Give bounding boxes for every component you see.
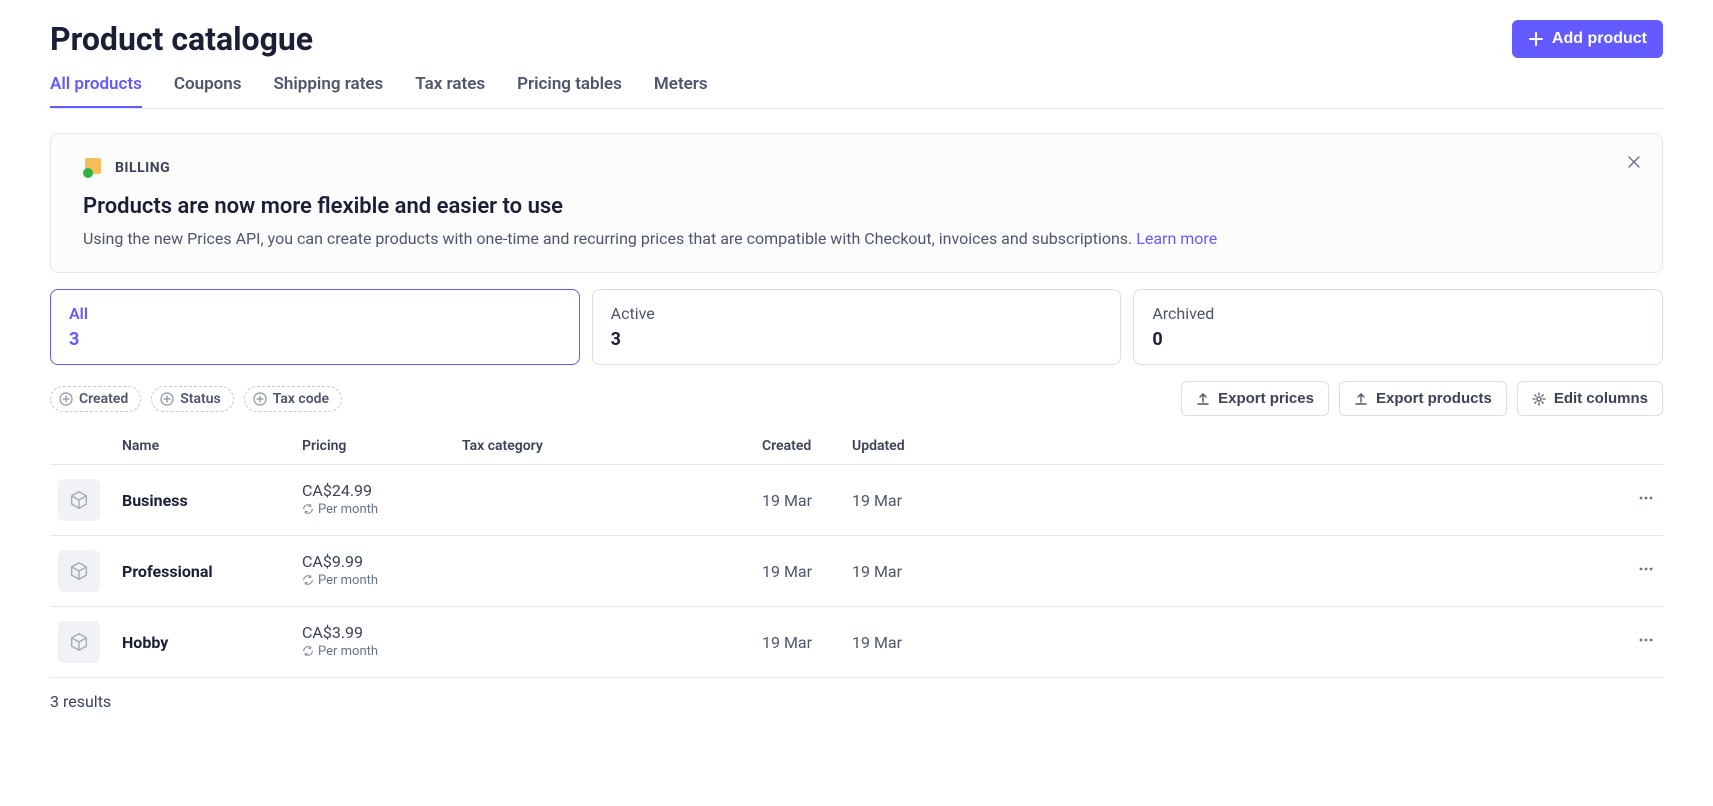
products-table: Name Pricing Tax category Created Update…	[50, 428, 1663, 678]
export-icon	[1196, 392, 1210, 406]
button-label: Export products	[1376, 390, 1492, 407]
stat-value: 0	[1152, 329, 1644, 350]
button-label: Export prices	[1218, 390, 1314, 407]
created-cell: 19 Mar	[754, 607, 844, 678]
add-product-button[interactable]: Add product	[1512, 20, 1663, 58]
updated-cell: 19 Mar	[844, 607, 934, 678]
updated-cell: 19 Mar	[844, 465, 934, 536]
plus-circle-icon	[253, 392, 267, 406]
plus-icon	[1528, 31, 1544, 47]
stat-card-all[interactable]: All 3	[50, 289, 580, 365]
table-row[interactable]: Professional CA$9.99 Per month 19 Mar19 Mar	[50, 536, 1663, 607]
button-label: Edit columns	[1554, 390, 1648, 407]
price-period: Per month	[302, 502, 378, 517]
tax-category-cell	[454, 536, 754, 607]
row-more-button[interactable]	[942, 489, 1655, 507]
plus-circle-icon	[160, 392, 174, 406]
column-created: Created	[754, 428, 844, 465]
stat-value: 3	[611, 329, 1103, 350]
tab-coupons[interactable]: Coupons	[174, 74, 242, 108]
product-name: Professional	[122, 562, 213, 581]
banner-description: Using the new Prices API, you can create…	[83, 229, 1630, 248]
recurring-icon	[302, 503, 314, 515]
stat-label: Active	[611, 304, 1103, 323]
row-more-button[interactable]	[942, 631, 1655, 649]
filter-chips: Created Status Tax code	[50, 386, 342, 412]
tax-category-cell	[454, 465, 754, 536]
product-box-icon	[58, 621, 100, 663]
table-row[interactable]: Hobby CA$3.99 Per month 19 Mar19 Mar	[50, 607, 1663, 678]
tab-meters[interactable]: Meters	[654, 74, 708, 108]
created-cell: 19 Mar	[754, 465, 844, 536]
filter-tax-code[interactable]: Tax code	[244, 386, 342, 412]
filter-label: Status	[180, 391, 220, 407]
product-name: Hobby	[122, 633, 168, 652]
tab-tax-rates[interactable]: Tax rates	[415, 74, 485, 108]
tax-category-cell	[454, 607, 754, 678]
stat-cards: All 3 Active 3 Archived 0	[50, 289, 1663, 365]
plus-circle-icon	[59, 392, 73, 406]
banner-title: Products are now more flexible and easie…	[83, 194, 1630, 219]
stat-label: All	[69, 304, 561, 323]
tab-all-products[interactable]: All products	[50, 74, 142, 108]
learn-more-link[interactable]: Learn more	[1136, 229, 1217, 248]
stat-value: 3	[69, 329, 561, 350]
filter-created[interactable]: Created	[50, 386, 141, 412]
edit-columns-button[interactable]: Edit columns	[1517, 381, 1663, 416]
results-count: 3 results	[50, 692, 1663, 711]
tab-bar: All products Coupons Shipping rates Tax …	[50, 74, 1663, 109]
filter-label: Tax code	[273, 391, 329, 407]
export-prices-button[interactable]: Export prices	[1181, 381, 1329, 416]
stat-label: Archived	[1152, 304, 1644, 323]
price-amount: CA$9.99	[302, 552, 446, 571]
price-period: Per month	[302, 644, 378, 659]
updated-cell: 19 Mar	[844, 536, 934, 607]
filter-status[interactable]: Status	[151, 386, 233, 412]
column-pricing: Pricing	[294, 428, 454, 465]
recurring-icon	[302, 574, 314, 586]
table-row[interactable]: Business CA$24.99 Per month 19 Mar19 Mar	[50, 465, 1663, 536]
filter-label: Created	[79, 391, 128, 407]
price-amount: CA$3.99	[302, 623, 446, 642]
column-tax-category: Tax category	[454, 428, 754, 465]
add-product-label: Add product	[1552, 30, 1647, 48]
close-icon[interactable]	[1626, 154, 1642, 170]
row-more-button[interactable]	[942, 560, 1655, 578]
product-box-icon	[58, 550, 100, 592]
product-box-icon	[58, 479, 100, 521]
stat-card-active[interactable]: Active 3	[592, 289, 1122, 365]
price-period: Per month	[302, 573, 378, 588]
billing-icon	[83, 158, 103, 178]
recurring-icon	[302, 645, 314, 657]
action-buttons: Export prices Export products Edit colum…	[1181, 381, 1663, 416]
tab-shipping-rates[interactable]: Shipping rates	[274, 74, 384, 108]
stat-card-archived[interactable]: Archived 0	[1133, 289, 1663, 365]
column-updated: Updated	[844, 428, 934, 465]
tab-pricing-tables[interactable]: Pricing tables	[517, 74, 622, 108]
banner-label: BILLING	[115, 160, 170, 176]
gear-icon	[1532, 392, 1546, 406]
created-cell: 19 Mar	[754, 536, 844, 607]
product-name: Business	[122, 491, 188, 510]
export-icon	[1354, 392, 1368, 406]
column-name: Name	[114, 428, 294, 465]
info-banner: BILLING Products are now more flexible a…	[50, 133, 1663, 273]
price-amount: CA$24.99	[302, 481, 446, 500]
page-title: Product catalogue	[50, 20, 313, 58]
export-products-button[interactable]: Export products	[1339, 381, 1507, 416]
